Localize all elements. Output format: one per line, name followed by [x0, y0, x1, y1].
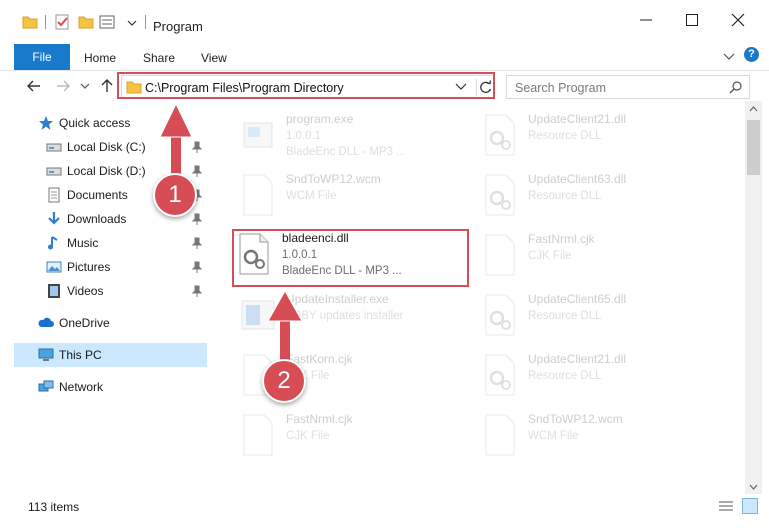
explorer-window: Program File Home Share View ? C:\Progra… — [0, 0, 769, 528]
arrow-up-icon — [159, 102, 193, 184]
step-badge-1: 1 — [153, 173, 197, 217]
annotation-arrows — [159, 102, 303, 366]
step-badge-2: 2 — [262, 359, 306, 403]
arrow-up-icon — [267, 289, 303, 366]
